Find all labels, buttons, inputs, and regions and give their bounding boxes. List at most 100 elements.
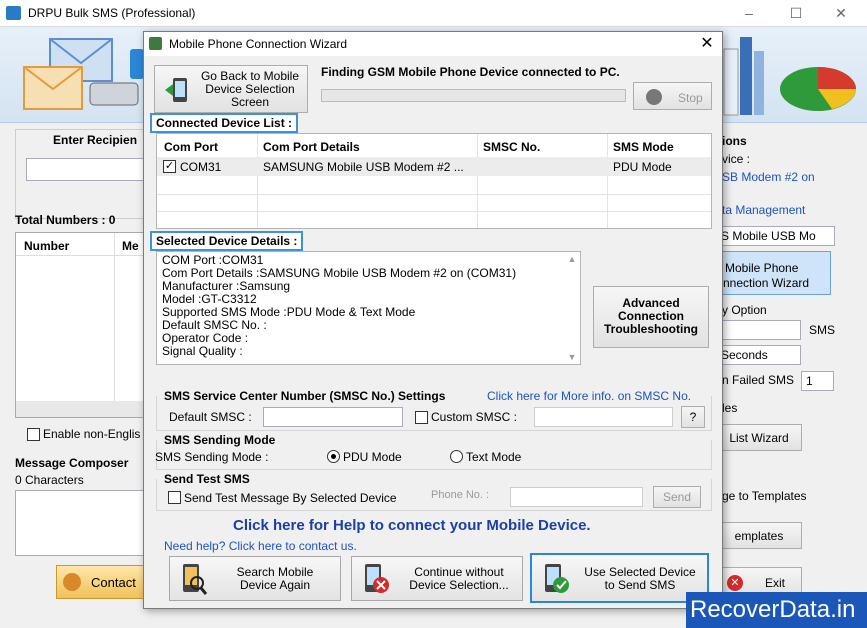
- header-com-port[interactable]: Com Port: [164, 140, 218, 154]
- connection-wizard-dialog: Mobile Phone Connection Wizard ✕ Go Back…: [143, 31, 723, 609]
- wizard-label-2: nnection Wizard: [723, 276, 810, 290]
- contact-button[interactable]: Contact: [56, 565, 146, 599]
- need-help-link[interactable]: Need help? Click here to contact us.: [164, 539, 357, 553]
- recipient-input[interactable]: [26, 158, 148, 181]
- header-smsc-no[interactable]: SMSC No.: [483, 140, 540, 154]
- list-column-divider: [114, 233, 115, 417]
- col-divider: [257, 134, 258, 228]
- advanced-troubleshooting-button[interactable]: Advanced Connection Troubleshooting: [593, 286, 709, 348]
- list-wizard-button[interactable]: List Wizard: [716, 424, 802, 451]
- send-test-title: Send Test SMS: [164, 472, 250, 486]
- app-icon: [6, 6, 21, 20]
- no-device-icon: [365, 564, 389, 593]
- failed-sms-select[interactable]: 1: [801, 371, 834, 391]
- row-details: SAMSUNG Mobile USB Modem #2 ...: [263, 160, 464, 174]
- exit-icon: ✕: [727, 575, 743, 591]
- sending-mode-title: SMS Sending Mode: [164, 433, 276, 447]
- stop-label: Stop: [678, 91, 703, 105]
- device-table[interactable]: Com Port Com Port Details SMSC No. SMS M…: [156, 133, 712, 229]
- row-checkbox[interactable]: ✓: [163, 160, 176, 173]
- pdu-mode-radio[interactable]: [327, 450, 340, 463]
- row-com-port: COM31: [180, 160, 222, 174]
- phone-no-input[interactable]: [510, 487, 643, 507]
- connection-wizard-button[interactable]: Mobile Phone nnection Wizard: [716, 251, 831, 295]
- custom-smsc-label: Custom SMSC :: [431, 410, 518, 424]
- dialog-title: Mobile Phone Connection Wizard: [169, 37, 348, 51]
- col-number-header: Number: [24, 239, 70, 253]
- scroll-up-icon[interactable]: ▲: [565, 254, 579, 264]
- header-sms-mode[interactable]: SMS Mode: [613, 140, 674, 154]
- go-back-button[interactable]: Go Back to Mobile Device Selection Scree…: [154, 65, 308, 113]
- continue-line-2: Device Selection...: [409, 578, 509, 592]
- failed-sms-label: n Failed SMS: [722, 373, 795, 387]
- custom-smsc-input[interactable]: [534, 407, 673, 427]
- use-selected-device-button[interactable]: Use Selected Device to Send SMS: [530, 553, 709, 603]
- search-again-label: Search Mobile Device Again: [215, 566, 335, 592]
- selected-device-details-title: Selected Device Details :: [150, 231, 304, 251]
- send-button[interactable]: Send: [653, 486, 701, 508]
- send-test-label: Send Test Message By Selected Device: [184, 491, 397, 505]
- smsc-info-link[interactable]: Click here for More info. on SMSC No.: [487, 389, 691, 403]
- seconds-select[interactable]: Seconds: [716, 345, 801, 365]
- options-header: ions: [722, 134, 747, 148]
- use-device-icon: [545, 564, 569, 593]
- continue-without-button[interactable]: Continue without Device Selection...: [351, 556, 523, 601]
- go-back-label: Go Back to Mobile Device Selection Scree…: [195, 70, 305, 109]
- dialog-titlebar: Mobile Phone Connection Wizard ✕: [144, 32, 722, 56]
- col-divider: [477, 134, 478, 228]
- enable-non-english-label: Enable non-Englis: [43, 427, 141, 441]
- connected-device-list-title: Connected Device List :: [150, 113, 299, 133]
- text-mode-radio[interactable]: [450, 450, 463, 463]
- custom-smsc-checkbox[interactable]: [415, 411, 428, 424]
- close-app-button[interactable]: ✕: [831, 4, 851, 22]
- stop-button[interactable]: Stop: [633, 82, 712, 110]
- data-management-link[interactable]: ta Management: [722, 203, 805, 217]
- templates-button[interactable]: emplates: [716, 522, 802, 549]
- smsc-settings-title: SMS Service Center Number (SMSC No.) Set…: [164, 389, 446, 403]
- list-scrollbar[interactable]: [16, 401, 144, 417]
- row-mode: PDU Mode: [613, 160, 672, 174]
- envelope-graphic: [23, 38, 139, 110]
- detail-line: Signal Quality :: [162, 344, 243, 358]
- message-textarea[interactable]: [15, 490, 145, 556]
- search-progress-bar: [321, 89, 626, 102]
- dialog-close-button[interactable]: ✕: [696, 34, 718, 54]
- device-select[interactable]: S Mobile USB Mo: [716, 226, 835, 246]
- go-back-line-3: Screen: [230, 95, 270, 109]
- characters-count: 0 Characters: [15, 473, 84, 487]
- numbers-list[interactable]: Number Me: [15, 232, 145, 418]
- table-row[interactable]: ✓ COM31 SAMSUNG Mobile USB Modem #2 ... …: [157, 157, 711, 176]
- option-select[interactable]: [716, 320, 801, 340]
- back-arrow-icon: [165, 78, 187, 102]
- send-test-checkbox[interactable]: [168, 491, 181, 504]
- templates-label: ge to Templates: [722, 489, 807, 503]
- search-again-button[interactable]: Search Mobile Device Again: [169, 556, 341, 601]
- help-banner-link[interactable]: Click here for Help to connect your Mobi…: [233, 517, 591, 534]
- list-wizard-label: List Wizard: [729, 431, 789, 445]
- maximize-button[interactable]: ☐: [786, 4, 806, 22]
- col-message-header: Me: [122, 239, 139, 253]
- smsc-help-button[interactable]: ?: [681, 406, 705, 428]
- chart-graphic: [723, 37, 856, 116]
- contact-icon: [63, 573, 81, 591]
- details-text: COM Port :COM31 Com Port Details :SAMSUN…: [162, 254, 516, 358]
- minimize-button[interactable]: –: [739, 4, 759, 22]
- search-line-2: Device Again: [239, 578, 311, 592]
- continue-without-label: Continue without Device Selection...: [397, 566, 521, 592]
- stop-icon: [646, 89, 662, 105]
- sms-label: SMS: [809, 323, 836, 337]
- default-smsc-input[interactable]: [263, 407, 403, 427]
- total-numbers-label: Total Numbers : 0: [15, 213, 116, 227]
- scroll-down-icon[interactable]: ▼: [565, 352, 579, 362]
- device-details-box[interactable]: COM Port :COM31 Com Port Details :SAMSUN…: [156, 251, 581, 365]
- templates-button-label: emplates: [734, 529, 784, 543]
- device-label: vice :: [722, 152, 751, 166]
- row-divider: [157, 194, 711, 195]
- enable-non-english-checkbox[interactable]: [27, 428, 40, 441]
- header-com-port-details[interactable]: Com Port Details: [263, 140, 360, 154]
- wizard-label-1: Mobile Phone: [725, 261, 799, 275]
- contact-label: Contact: [91, 575, 136, 590]
- details-scrollbar[interactable]: ▲ ▼: [565, 254, 579, 362]
- enter-recipient-label: Enter Recipien: [53, 133, 138, 147]
- row-divider: [157, 211, 711, 212]
